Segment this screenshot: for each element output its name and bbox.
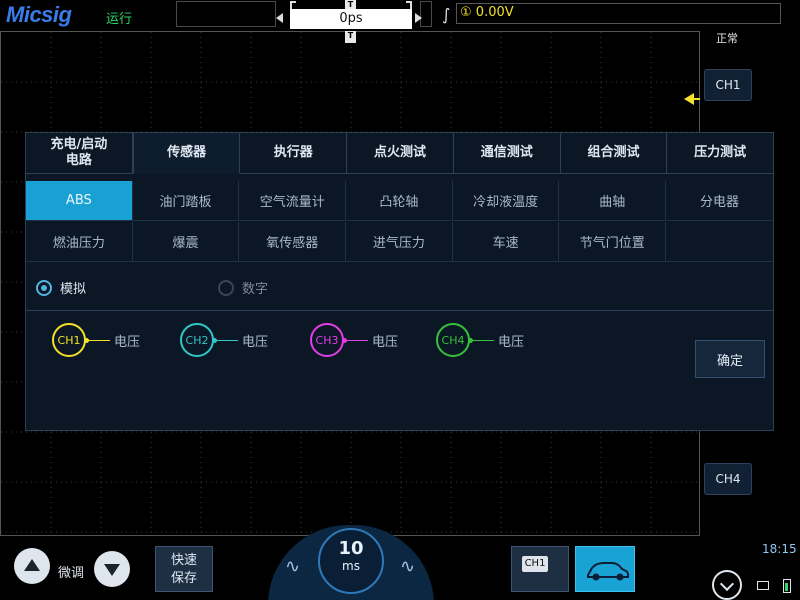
battery-icon [783, 579, 791, 593]
ch4-probe-lead [468, 337, 494, 343]
sensor-oxygen[interactable]: 氧传感器 [239, 222, 347, 261]
quick-save-label-line1: 快速 [170, 553, 197, 568]
automotive-mode-button[interactable] [575, 546, 635, 592]
brand-logo: Micsig [6, 2, 72, 27]
ch1-probe-lead [84, 337, 110, 343]
horizontal-position[interactable]: 0ps [290, 9, 412, 29]
tab-pressure-test[interactable]: 压力测试 [667, 133, 773, 173]
trigger-channel-badge: ① [460, 5, 472, 20]
ch4-button[interactable]: CH4 [704, 463, 752, 495]
radio-unselected-icon [218, 279, 234, 296]
channel-probe-ch2: CH2 电压 [180, 323, 268, 357]
ch2-probe-lead [212, 337, 238, 343]
digital-label: 数字 [242, 282, 269, 297]
sensor-empty-cell [666, 222, 773, 261]
sensor-camshaft[interactable]: 凸轮轴 [346, 181, 453, 220]
sensor-vehicle-speed[interactable]: 车速 [453, 222, 560, 261]
trigger-mode-label[interactable]: 正常 [716, 30, 738, 46]
sensor-coolant-temp[interactable]: 冷却液温度 [453, 181, 560, 220]
top-status-bar: Micsig 运行 T 0ps ∫ ① 0.00V [0, 0, 800, 30]
radio-selected-icon [36, 279, 52, 296]
sensor-intake-pressure[interactable]: 进气压力 [346, 222, 453, 261]
fine-adjust-label: 微调 [58, 566, 85, 581]
sensor-knock[interactable]: 爆震 [133, 222, 240, 261]
monitor-icon[interactable] [757, 581, 769, 590]
sensor-test-dialog: 充电/启动 电路 传感器 执行器 点火测试 通信测试 组合测试 压力测试 ABS … [25, 132, 774, 431]
sensor-throttle-position[interactable]: 节气门位置 [559, 222, 667, 261]
tab-label-line2: 电路 [65, 153, 92, 168]
tab-sensors[interactable]: 传感器 [132, 133, 241, 174]
rising-edge-icon: ∫ [442, 5, 451, 24]
ch2-measure-label: 电压 [242, 334, 269, 350]
sensor-crankshaft[interactable]: 曲轴 [559, 181, 667, 220]
timebase-left-arrow-icon[interactable] [276, 13, 283, 23]
ch1-button[interactable]: CH1 [704, 69, 752, 101]
sensor-air-flow-meter[interactable]: 空气流量计 [239, 181, 347, 220]
sensor-row: 燃油压力 爆震 氧传感器 进气压力 车速 节气门位置 [26, 222, 773, 262]
category-tabs: 充电/启动 电路 传感器 执行器 点火测试 通信测试 组合测试 压力测试 [26, 133, 773, 174]
ch1-probe-icon: CH1 [52, 323, 86, 357]
ch4-measure-label: 电压 [498, 334, 525, 350]
channel-probe-ch1: CH1 电压 [52, 323, 140, 357]
channel-probe-ch3: CH3 电压 [310, 323, 398, 357]
quick-save-button[interactable]: 快速 保存 [155, 546, 213, 592]
sensor-abs[interactable]: ABS [26, 181, 133, 220]
channel-probe-ch4: CH4 电压 [436, 323, 524, 357]
sensor-fuel-pressure[interactable]: 燃油压力 [26, 222, 133, 261]
tab-combination-test[interactable]: 组合测试 [561, 133, 668, 173]
clock: 18:15 [762, 542, 797, 556]
tab-label-line1: 充电/启动 [50, 137, 108, 152]
sensor-grid: ABS 油门踏板 空气流量计 凸轮轴 冷却液温度 曲轴 分电器 燃油压力 爆震 … [26, 181, 773, 263]
analog-label: 模拟 [60, 282, 87, 297]
timebase-unit: ms [342, 559, 360, 573]
confirm-button[interactable]: 确定 [695, 340, 765, 378]
channel-stack-icon: CH1 [522, 556, 548, 572]
ch4-probe-icon: CH4 [436, 323, 470, 357]
timebase-increase-wave-icon[interactable]: ∿ [400, 556, 415, 577]
tab-ignition-test[interactable]: 点火测试 [347, 133, 454, 173]
fine-adjust-down-button[interactable] [94, 551, 130, 587]
digital-radio[interactable]: 数字 [218, 278, 268, 297]
top-field-1 [176, 1, 276, 27]
tab-charging-starting[interactable]: 充电/启动 电路 [26, 133, 133, 173]
timebase-knob[interactable]: 10 ms [318, 528, 384, 594]
trigger-level[interactable]: ① 0.00V [460, 5, 514, 20]
trigger-time-marker-icon[interactable]: T [345, 31, 356, 43]
ch3-probe-icon: CH3 [310, 323, 344, 357]
car-icon [587, 562, 629, 581]
signal-mode-group: 模拟 数字 [26, 263, 773, 311]
trigger-level-arrow-tail [692, 98, 700, 100]
quick-save-label-line2: 保存 [170, 571, 197, 586]
timebase-decrease-wave-icon[interactable]: ∿ [285, 556, 300, 577]
tab-communication-test[interactable]: 通信测试 [454, 133, 561, 173]
ch3-probe-lead [342, 337, 368, 343]
fine-adjust-up-button[interactable] [14, 548, 50, 584]
expand-menu-chevron-icon[interactable] [712, 570, 742, 600]
trigger-level-value: 0.00V [475, 5, 514, 20]
sensor-row: ABS 油门踏板 空气流量计 凸轮轴 冷却液温度 曲轴 分电器 [26, 181, 773, 221]
timebase-value: 10 [338, 538, 364, 559]
analog-radio[interactable]: 模拟 [36, 278, 86, 297]
ch2-probe-icon: CH2 [180, 323, 214, 357]
ch1-measure-label: 电压 [114, 334, 141, 350]
timebase-bracket-right [406, 1, 412, 9]
ch3-measure-label: 电压 [372, 334, 399, 350]
sensor-distributor[interactable]: 分电器 [666, 181, 773, 220]
run-status[interactable]: 运行 [106, 8, 132, 27]
sensor-accelerator-pedal[interactable]: 油门踏板 [133, 181, 240, 220]
timebase-bracket-left [290, 1, 296, 9]
tab-actuators[interactable]: 执行器 [240, 133, 348, 173]
timebase-right-arrow-icon[interactable] [415, 13, 422, 23]
